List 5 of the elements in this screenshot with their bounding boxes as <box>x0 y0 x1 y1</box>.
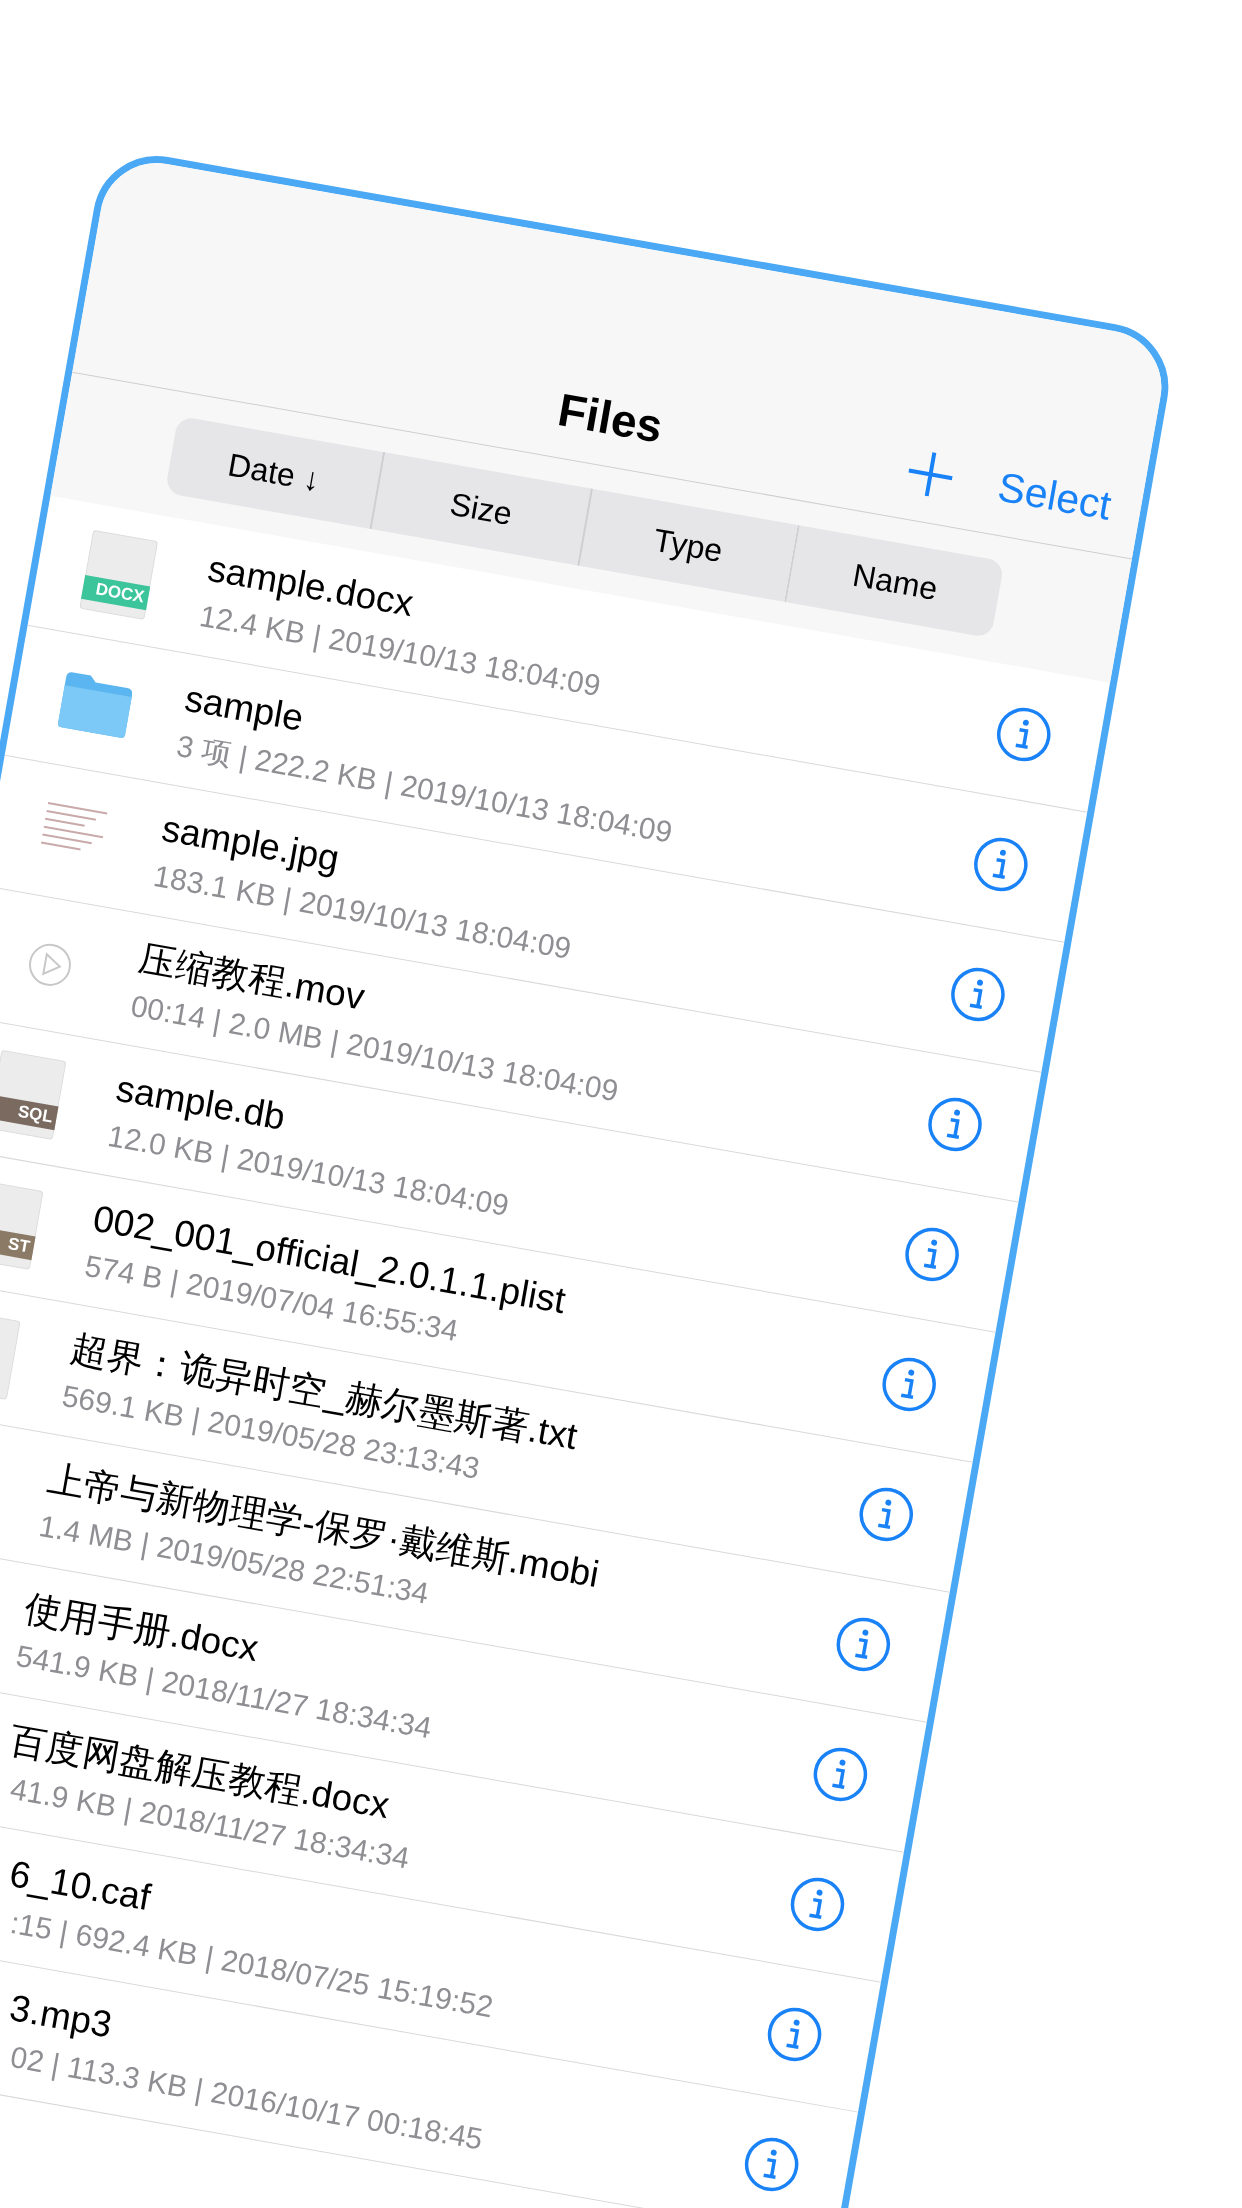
sort-option[interactable]: Size <box>369 451 591 565</box>
select-button[interactable]: Select <box>994 466 1115 527</box>
file-type-badge: SQL <box>0 1094 59 1130</box>
sort-option[interactable]: Type <box>576 488 798 602</box>
file-type-badge: DOCX <box>81 574 151 610</box>
